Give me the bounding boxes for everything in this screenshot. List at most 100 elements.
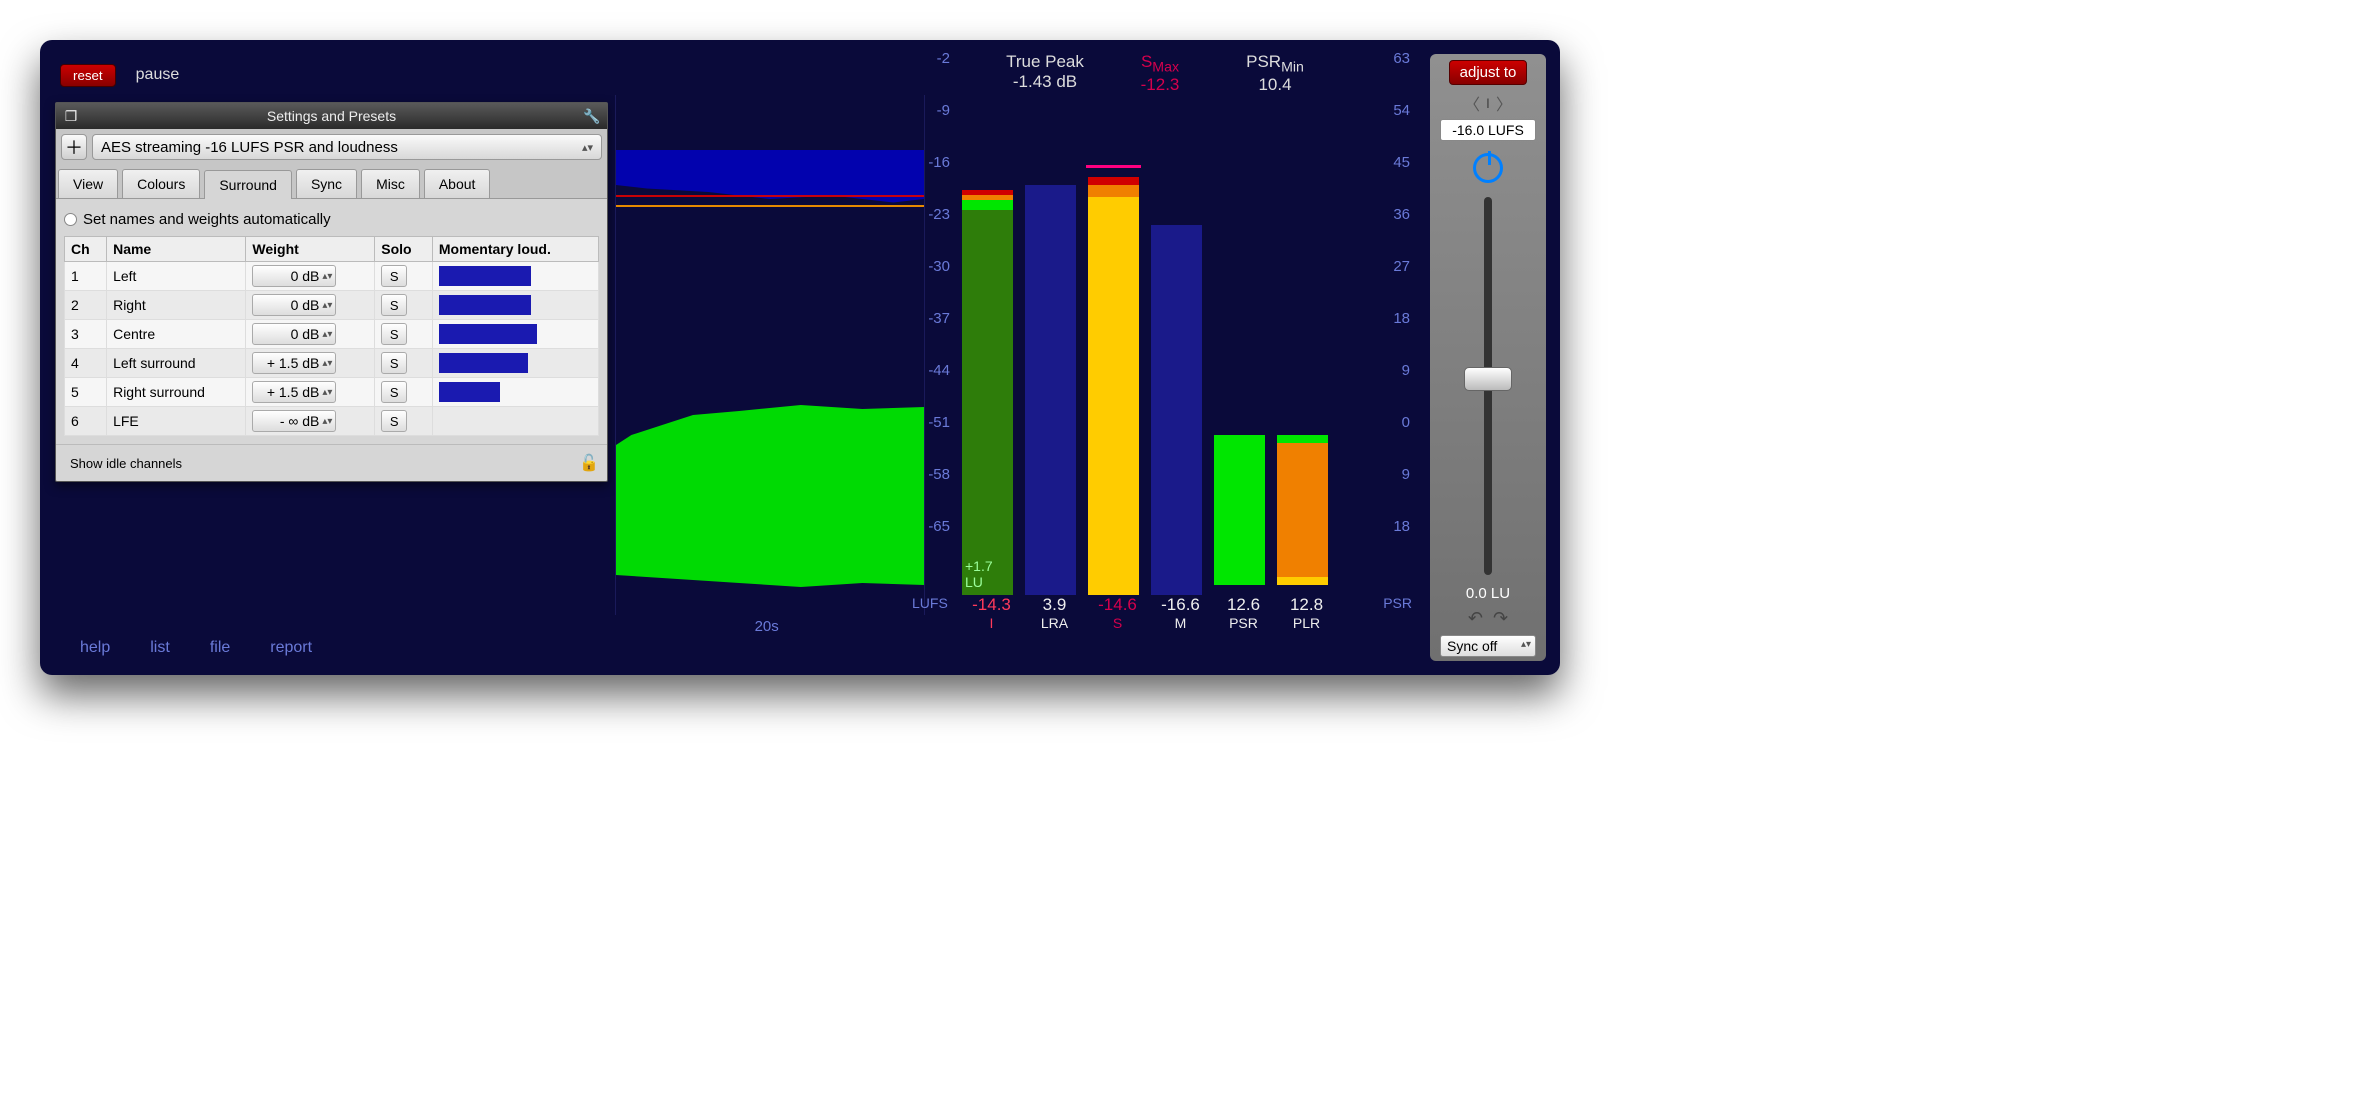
axis-tick: 27 [1380,258,1410,310]
app-window: reset pause help list file report ❐ Sett… [40,40,1560,675]
axis-tick: -30 [920,258,950,310]
momentary-bar [439,295,531,315]
axis-tick: 18 [1380,518,1410,570]
ch-num: 6 [65,407,107,436]
tab-view[interactable]: View [58,169,118,198]
power-icon[interactable] [1473,153,1503,183]
weight-stepper[interactable]: + 1.5 dB▴▾ [252,352,336,374]
add-preset-button[interactable]: ＋ [61,134,87,160]
momentary-bar [439,382,500,402]
axis-tick: -2 [920,50,950,102]
ch-name[interactable]: Left surround [107,349,246,378]
axis-tick: -65 [920,518,950,570]
tab-about[interactable]: About [424,169,491,198]
channel-row: 1Left 0 dB▴▾ S [65,262,599,291]
psrmin-value: 10.4 [1220,75,1330,95]
ch-name[interactable]: Right [107,291,246,320]
dialog-footer: Show idle channels 🔓 [56,444,607,481]
axis-tick: 36 [1380,206,1410,258]
sync-select[interactable]: Sync off ▴▾ [1440,635,1536,657]
col-name: Name [107,237,246,262]
gain-slider[interactable] [1484,197,1492,575]
channel-row: 2Right0 dB▴▾S [65,291,599,320]
slider-knob[interactable] [1464,367,1512,391]
smax-value: -12.3 [1110,75,1210,95]
solo-button[interactable]: S [381,381,407,403]
ch-num: 1 [65,262,107,291]
next-target-icon[interactable]: 〉 [1496,91,1512,115]
momentary-bar [439,266,531,286]
axis-tick: 9 [1380,466,1410,518]
smax-line [616,195,924,197]
weight-stepper[interactable]: 0 dB▴▾ [252,323,336,345]
window-icon[interactable]: ❐ [56,108,86,125]
redo-icon[interactable]: ↷ [1493,608,1508,629]
bottom-bar: help list file report [80,639,312,657]
axis-tick: -51 [920,414,950,466]
auto-names-radio-row[interactable]: Set names and weights automatically [64,211,599,228]
header-labels: True Peak -1.43 dB SMax -12.3 PSRMin 10.… [980,52,1360,95]
solo-button[interactable]: S [381,265,407,287]
weight-stepper[interactable]: + 1.5 dB▴▾ [252,381,336,403]
ch-name[interactable]: Centre [107,320,246,349]
weight-stepper[interactable]: 0 dB▴▾ [252,265,336,287]
truepeak-value: -1.43 dB [980,72,1110,92]
axis-tick: 9 [1380,362,1410,414]
preset-select[interactable]: AES streaming -16 LUFS PSR and loudness … [92,134,602,160]
dialog-tabs: View Colours Surround Sync Misc About [56,165,607,199]
pause-button[interactable]: pause [136,66,180,84]
meter-lra [1023,125,1078,595]
help-link[interactable]: help [80,639,110,657]
axis-tick: -16 [920,154,950,206]
meter-plr [1275,125,1330,595]
ch-name[interactable]: Left [107,262,246,291]
lock-icon[interactable]: 🔓 [579,453,599,473]
radio-icon[interactable] [64,213,77,226]
dialog-titlebar[interactable]: ❐ Settings and Presets 🔧 [56,103,607,129]
axis-tick: 54 [1380,102,1410,154]
right-panel: adjust to 〈 I 〉 -16.0 LUFS 0.0 LU ↶ ↷ Sy… [1430,54,1546,661]
solo-button[interactable]: S [381,352,407,374]
momentary-band [616,395,924,595]
file-link[interactable]: file [210,639,230,657]
tab-colours[interactable]: Colours [122,169,200,198]
truepeak-label: True Peak [980,52,1110,72]
lufs-axis-label: LUFS [912,595,948,611]
dialog-title: Settings and Presets [86,108,577,124]
prev-target-icon[interactable]: 〈 [1464,91,1480,115]
show-idle-label[interactable]: Show idle channels [70,456,182,471]
chevron-updown-icon: ▴▾ [1521,639,1531,650]
axis-tick: -9 [920,102,950,154]
weight-stepper[interactable]: - ∞ dB▴▾ [252,410,336,432]
ch-name[interactable]: LFE [107,407,246,436]
meter-m [1149,125,1204,595]
preset-label: AES streaming -16 LUFS PSR and loudness [101,139,398,156]
axis-tick: -58 [920,466,950,518]
tab-surround[interactable]: Surround [204,170,292,199]
solo-button[interactable]: S [381,323,407,345]
solo-button[interactable]: S [381,410,407,432]
i-offset-badge: +1.7LU [965,558,1010,590]
tab-misc[interactable]: Misc [361,169,420,198]
truepeak-header: True Peak -1.43 dB [980,52,1110,95]
undo-icon[interactable]: ↶ [1468,608,1483,629]
truepeak-line [616,205,924,207]
tab-sync[interactable]: Sync [296,169,357,198]
solo-button[interactable]: S [381,294,407,316]
auto-names-label: Set names and weights automatically [83,211,331,228]
wrench-icon[interactable]: 🔧 [577,108,607,125]
psrmin-sub: Min [1281,59,1304,75]
weight-stepper[interactable]: 0 dB▴▾ [252,294,336,316]
list-link[interactable]: list [150,639,170,657]
smax-header: SMax -12.3 [1110,52,1210,95]
target-value[interactable]: -16.0 LUFS [1440,119,1536,141]
value-m: -16.6M [1149,595,1212,631]
smax-sub: Max [1152,59,1179,75]
report-link[interactable]: report [270,639,312,657]
reset-button[interactable]: reset [60,64,116,87]
undo-redo-row: ↶ ↷ [1468,608,1508,629]
adjust-to-button[interactable]: adjust to [1449,60,1528,85]
chevron-updown-icon: ▴▾ [582,141,593,154]
ch-name[interactable]: Right surround [107,378,246,407]
preset-row: ＋ AES streaming -16 LUFS PSR and loudnes… [56,129,607,165]
